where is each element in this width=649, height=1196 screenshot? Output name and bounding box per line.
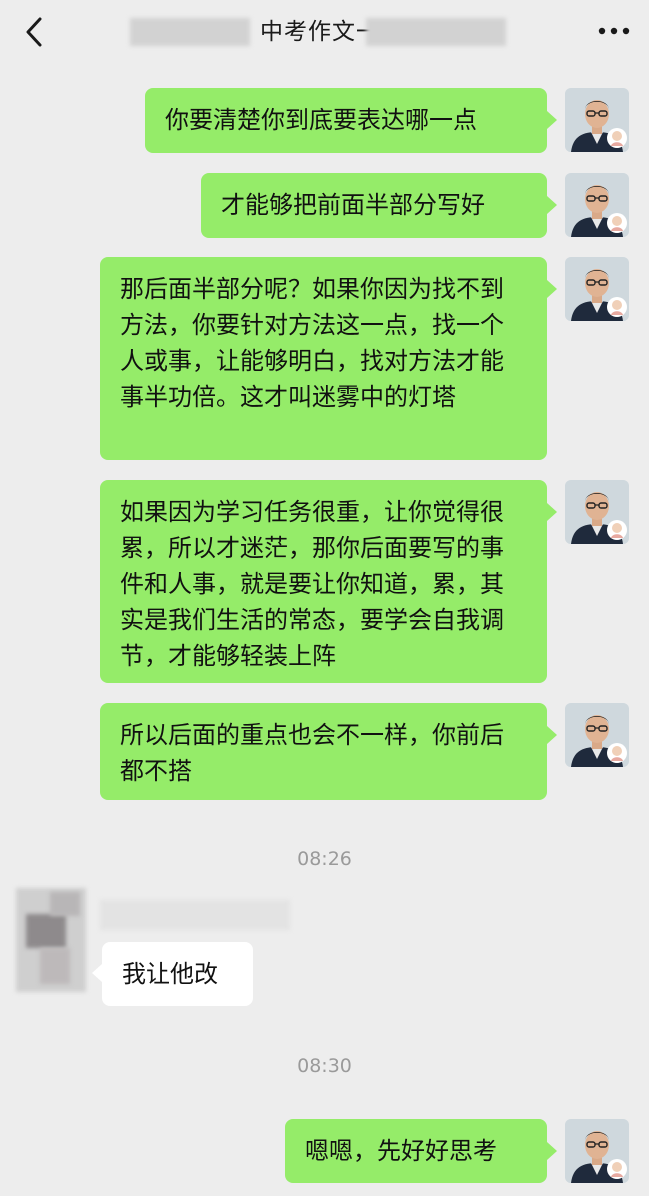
- timestamp: 08:30: [297, 1055, 352, 1077]
- bubble-tail: [92, 964, 102, 982]
- avatar[interactable]: [565, 703, 629, 767]
- chat-title: 中考作文一: [130, 14, 510, 50]
- message-bubble-incoming[interactable]: 我让他改: [102, 942, 253, 1006]
- bubble-tail: [547, 726, 557, 744]
- message-bubble-outgoing[interactable]: 嗯嗯，先好好思考: [285, 1119, 547, 1183]
- redacted-title-part: [130, 18, 250, 46]
- avatar[interactable]: [565, 88, 629, 152]
- chevron-left-icon: [26, 17, 42, 47]
- avatar-image: [565, 703, 629, 767]
- more-button[interactable]: [597, 20, 631, 42]
- avatar[interactable]: [565, 480, 629, 544]
- avatar-redacted[interactable]: [16, 888, 86, 992]
- back-button[interactable]: [20, 14, 50, 50]
- sender-name-redacted: [100, 900, 290, 930]
- message-bubble-outgoing[interactable]: 那后面半部分呢？如果你因为找不到方法，你要针对方法这一点，找一个人或事，让能够明…: [100, 257, 547, 460]
- bubble-tail: [547, 1142, 557, 1160]
- bubble-tail: [547, 280, 557, 298]
- bubble-tail: [547, 196, 557, 214]
- bubble-tail: [547, 111, 557, 129]
- avatar-image: [565, 173, 629, 237]
- message-bubble-outgoing[interactable]: 所以后面的重点也会不一样，你前后都不搭: [100, 703, 547, 800]
- message-bubble-outgoing[interactable]: 才能够把前面半部分写好: [201, 173, 547, 238]
- chat-header: 中考作文一: [0, 0, 649, 64]
- avatar-image: [565, 88, 629, 152]
- more-dots-icon: [598, 27, 630, 35]
- avatar[interactable]: [565, 173, 629, 237]
- message-bubble-outgoing[interactable]: 你要清楚你到底要表达哪一点: [145, 88, 547, 153]
- redacted-title-part: [366, 18, 506, 46]
- timestamp: 08:26: [297, 848, 352, 870]
- avatar-image: [565, 1119, 629, 1183]
- avatar-image: [565, 480, 629, 544]
- avatar[interactable]: [565, 257, 629, 321]
- message-bubble-outgoing[interactable]: 如果因为学习任务很重，让你觉得很累，所以才迷茫，那你后面要写的事件和人事，就是要…: [100, 480, 547, 683]
- avatar-image: [565, 257, 629, 321]
- bubble-tail: [547, 503, 557, 521]
- avatar[interactable]: [565, 1119, 629, 1183]
